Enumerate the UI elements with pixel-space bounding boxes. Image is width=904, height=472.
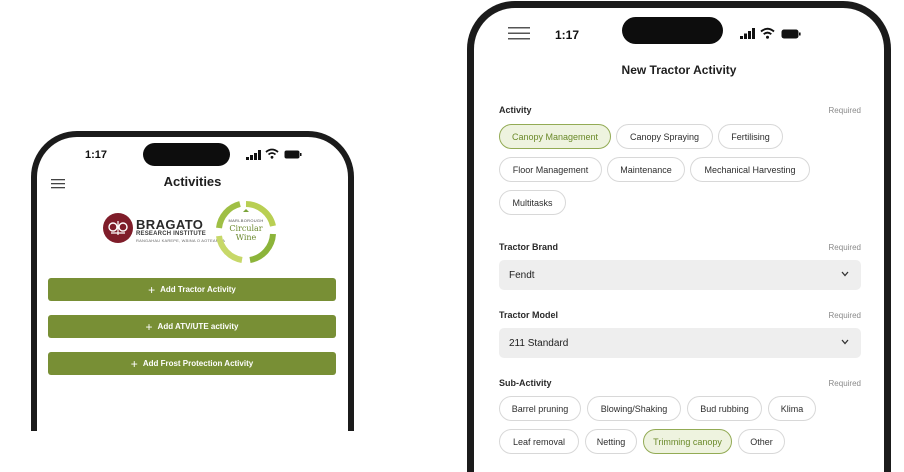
add-atv-ute-activity-button[interactable]: + Add ATV/UTE activity (48, 315, 336, 338)
page-title: Activities (163, 174, 222, 189)
bragato-seal-icon (103, 213, 133, 243)
chip-barrel-pruning[interactable]: Barrel pruning (499, 396, 581, 421)
plus-icon: + (145, 319, 153, 334)
chip-other[interactable]: Other (738, 429, 785, 454)
circular-wine-logo: MARLBOROUGH Circular Wine (214, 200, 278, 264)
chip-bud-rubbing[interactable]: Bud rubbing (687, 396, 762, 421)
activity-label: Activity (499, 105, 532, 115)
new-tractor-activity-phone: 1:17 New Tractor Activity Activity Requi… (467, 1, 891, 472)
circular-name-line2: Wine (235, 233, 257, 242)
bragato-name: BRAGATO (136, 217, 204, 232)
chip-klima[interactable]: Klima (768, 396, 816, 421)
circular-name: Circular Wine (214, 224, 278, 242)
status-bar: 1:17 (37, 137, 348, 171)
chip-multitasks[interactable]: Multitasks (499, 190, 566, 215)
add-tractor-activity-button[interactable]: + Add Tractor Activity (48, 278, 336, 301)
tractor-model-value: 211 Standard (509, 337, 569, 349)
plus-icon: + (148, 282, 156, 297)
status-time: 1:17 (555, 28, 580, 42)
chip-canopy-spraying[interactable]: Canopy Spraying (616, 124, 713, 149)
tractor-model-label: Tractor Model (499, 310, 559, 320)
battery-icon (781, 29, 801, 39)
chip-netting[interactable]: Netting (585, 429, 637, 454)
button-label: Add Frost Protection Activity (142, 359, 254, 368)
chip-canopy-management[interactable]: Canopy Management (499, 124, 611, 149)
required-label: Required (828, 379, 861, 388)
plus-icon: + (130, 356, 138, 371)
wifi-icon (760, 27, 775, 39)
dynamic-island (143, 143, 230, 166)
chevron-down-icon (841, 339, 849, 345)
chip-maintenance[interactable]: Maintenance (607, 157, 685, 182)
bragato-tagline: RANGAHAU KAREPE, WĀINA O AOTEAROA (136, 238, 226, 243)
required-label: Required (828, 311, 861, 320)
circular-name-line1: Circular (229, 224, 263, 233)
signal-icon (246, 150, 261, 160)
chip-trimming-canopy[interactable]: Trimming canopy (643, 429, 732, 454)
stage: 1:17 Activities BRAGATO RESEARCH INSTITU… (0, 0, 904, 472)
status-time: 1:17 (85, 149, 108, 161)
tractor-brand-select[interactable]: Fendt (499, 260, 861, 290)
button-label: Add ATV/UTE activity (157, 322, 239, 331)
required-label: Required (828, 243, 861, 252)
sub-activity-label: Sub-Activity (499, 378, 552, 388)
chip-leaf-removal[interactable]: Leaf removal (499, 429, 579, 454)
wifi-icon (265, 148, 279, 159)
battery-icon (284, 150, 302, 159)
chip-fertilising[interactable]: Fertilising (718, 124, 783, 149)
button-label: Add Tractor Activity (160, 285, 236, 294)
required-label: Required (828, 106, 861, 115)
chip-blowing-shaking[interactable]: Blowing/Shaking (587, 396, 681, 421)
activities-phone: 1:17 Activities BRAGATO RESEARCH INSTITU… (31, 131, 354, 431)
chip-floor-management[interactable]: Floor Management (499, 157, 602, 182)
dynamic-island (622, 17, 723, 44)
tractor-brand-label: Tractor Brand (499, 242, 559, 252)
tractor-model-select[interactable]: 211 Standard (499, 328, 861, 358)
circular-region: MARLBOROUGH (228, 218, 264, 223)
bragato-subtitle: RESEARCH INSTITUTE (136, 231, 206, 237)
bragato-logo: BRAGATO RESEARCH INSTITUTE RANGAHAU KARE… (103, 211, 225, 255)
chip-mechanical-harvesting[interactable]: Mechanical Harvesting (690, 157, 810, 182)
hamburger-menu-icon[interactable] (508, 27, 530, 40)
signal-icon (740, 28, 755, 39)
chevron-down-icon (841, 271, 849, 277)
page-title: New Tractor Activity (621, 63, 737, 77)
tractor-brand-value: Fendt (509, 269, 535, 281)
add-frost-protection-activity-button[interactable]: + Add Frost Protection Activity (48, 352, 336, 375)
